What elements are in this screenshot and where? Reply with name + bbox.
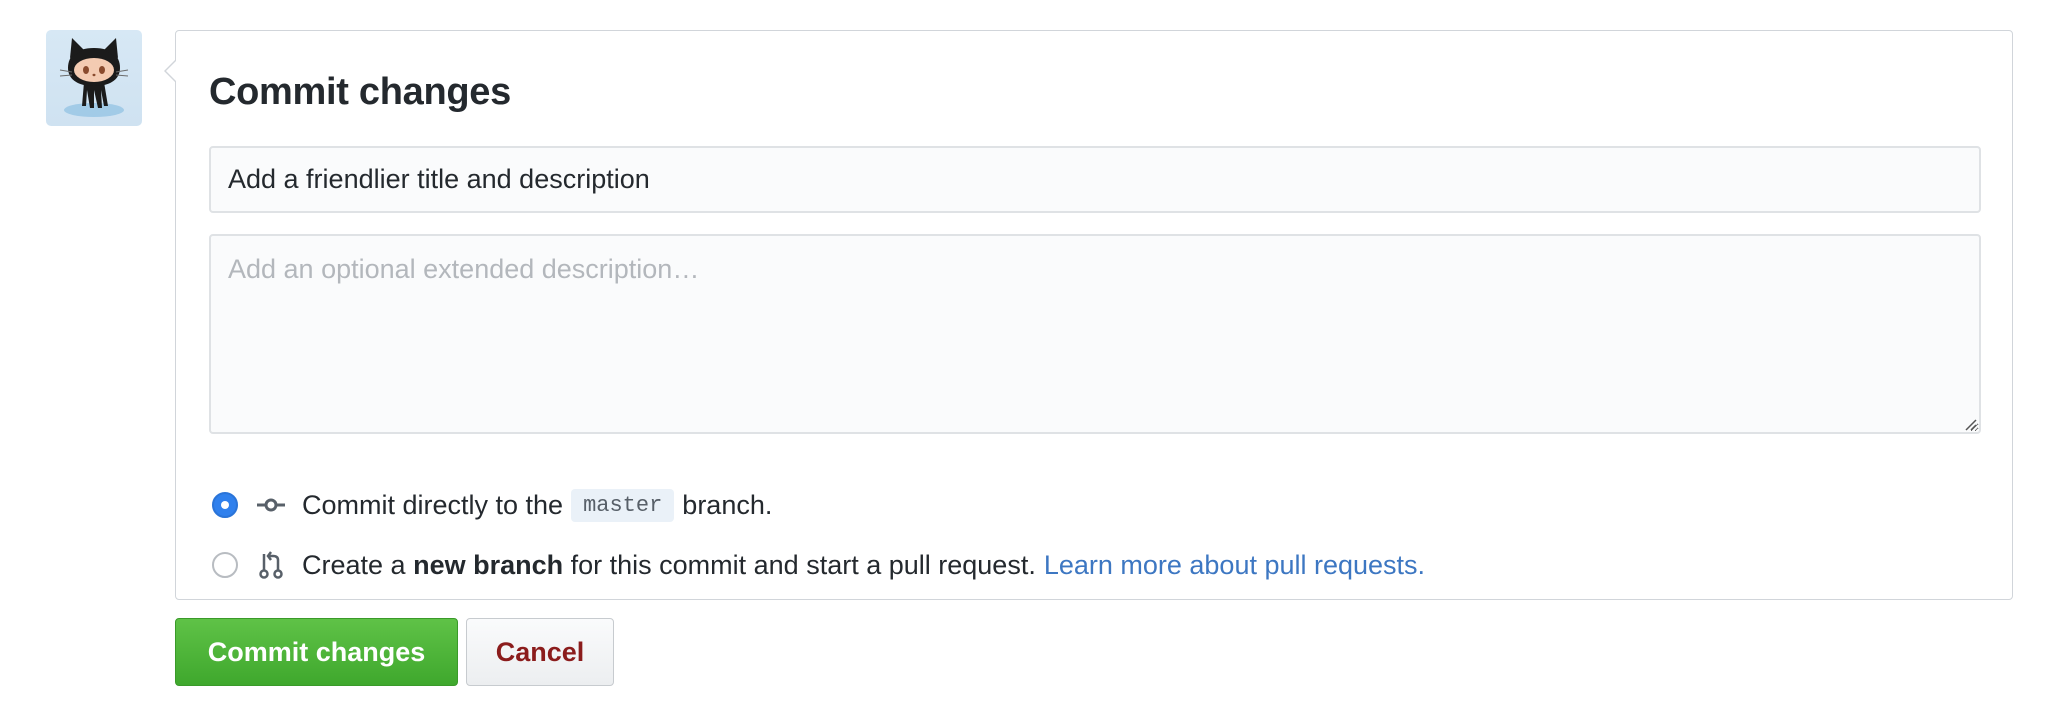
option-new-branch-text-after: for this commit and start a pull request… [570, 549, 1036, 580]
octocat-icon [59, 38, 129, 117]
commit-changes-button[interactable]: Commit changes [175, 618, 458, 686]
option-new-branch[interactable]: Create a new branch for this commit and … [212, 547, 1425, 583]
cancel-button[interactable]: Cancel [466, 618, 614, 686]
option-new-branch-bold: new branch [413, 549, 564, 580]
radio-new-branch[interactable] [212, 552, 238, 578]
option-direct-text: Commit directly to the [302, 489, 564, 520]
commit-description-textarea[interactable] [209, 234, 1981, 434]
learn-more-link[interactable]: Learn more about pull requests. [1044, 550, 1425, 581]
git-commit-icon [256, 490, 286, 520]
resize-grip-icon[interactable] [1963, 417, 1977, 431]
commit-form-page: Commit changes Commit directly to the ma… [0, 0, 2054, 728]
radio-commit-directly[interactable] [212, 492, 238, 518]
commit-summary-input[interactable] [209, 146, 1981, 213]
option-direct-text-after: branch. [682, 489, 773, 520]
git-pull-request-icon [256, 550, 286, 580]
commit-panel: Commit changes Commit directly to the ma… [164, 30, 2013, 600]
option-commit-directly[interactable]: Commit directly to the master branch. [212, 487, 772, 523]
option-new-branch-text: Create a [302, 549, 406, 580]
branch-name-badge: master [571, 488, 675, 522]
commit-title: Commit changes [209, 71, 511, 113]
avatar[interactable] [46, 30, 142, 126]
panel-pointer-fill [166, 60, 177, 82]
